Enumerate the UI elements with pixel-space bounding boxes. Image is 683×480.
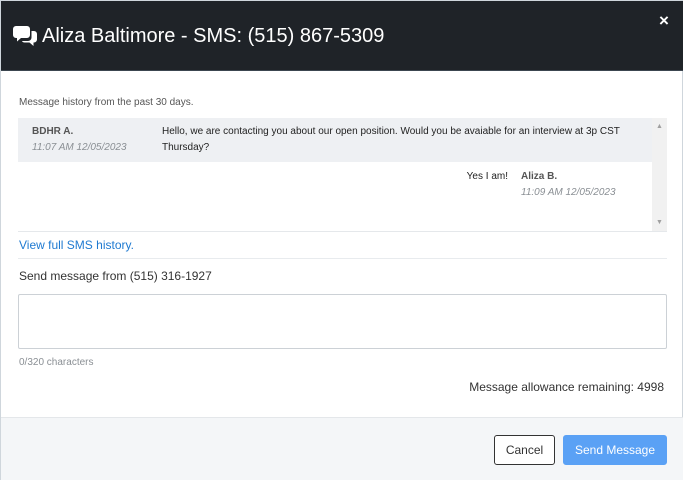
message-allowance: Message allowance remaining: 4998 <box>469 380 664 394</box>
message-item: Yes I am! Aliza B. 11:09 AM 12/05/2023 <box>18 162 652 231</box>
divider <box>18 258 667 259</box>
cancel-button[interactable]: Cancel <box>494 435 555 465</box>
modal-footer: Cancel Send Message <box>1 417 683 480</box>
message-history-list[interactable]: BDHR A. 11:07 AM 12/05/2023 Hello, we ar… <box>18 118 667 232</box>
sender-name: Aliza B. <box>521 171 558 182</box>
sms-modal: Aliza Baltimore - SMS: (515) 867-5309 × … <box>0 0 683 480</box>
character-counter: 0/320 characters <box>19 357 94 368</box>
history-caption: Message history from the past 30 days. <box>19 97 194 108</box>
history-scrollbar[interactable]: ▲ ▼ <box>652 118 667 231</box>
message-timestamp: 11:09 AM 12/05/2023 <box>521 187 616 198</box>
scroll-down-arrow-icon[interactable]: ▼ <box>652 216 667 230</box>
modal-title: Aliza Baltimore - SMS: (515) 867-5309 <box>42 25 385 47</box>
send-from-label: Send message from (515) 316-1927 <box>19 269 212 283</box>
close-button[interactable]: × <box>657 12 671 29</box>
scroll-up-arrow-icon[interactable]: ▲ <box>652 120 667 134</box>
message-timestamp: 11:07 AM 12/05/2023 <box>32 142 127 153</box>
send-message-button[interactable]: Send Message <box>563 435 667 465</box>
comments-icon <box>13 26 37 46</box>
message-input[interactable] <box>18 294 667 349</box>
message-text: Yes I am! <box>466 171 508 182</box>
sender-name: BDHR A. <box>32 126 74 137</box>
message-text: Hello, we are contacting you about our o… <box>162 126 620 153</box>
view-full-history-link[interactable]: View full SMS history. <box>19 238 134 252</box>
message-item: BDHR A. 11:07 AM 12/05/2023 Hello, we ar… <box>18 118 652 162</box>
modal-header: Aliza Baltimore - SMS: (515) 867-5309 × <box>1 1 683 71</box>
